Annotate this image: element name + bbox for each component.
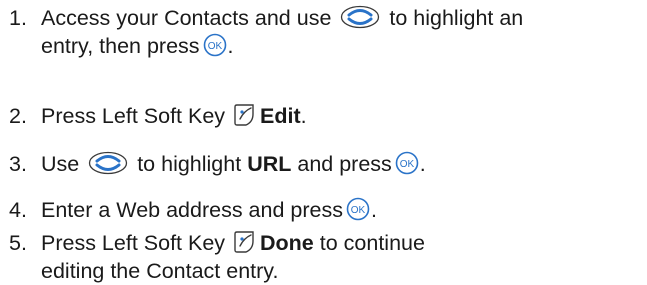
step-text: Enter a Web address and press OK . <box>41 196 641 224</box>
step-text-part: . <box>370 198 377 222</box>
step-text: Press Left Soft Key Edit. <box>41 102 641 130</box>
step-text-part: Press Left Soft Key <box>41 104 226 128</box>
step-text-part: . <box>300 104 307 128</box>
ok-key-icon: OK <box>395 151 419 175</box>
step-text: Press Left Soft Key Done to continue edi… <box>41 229 641 285</box>
step-text-part: entry, then press <box>41 34 200 58</box>
step-text-part: Access your Contacts and use <box>41 6 332 30</box>
step-number: 2. <box>9 104 27 128</box>
step-text-part: to highlight <box>137 152 242 176</box>
nav-key-icon <box>88 151 128 175</box>
instruction-steps: 1. Access your Contacts and use to highl… <box>0 0 647 283</box>
svg-text:OK: OK <box>400 159 415 170</box>
step-text-part: Press Left Soft Key <box>41 231 226 255</box>
step-number: 1. <box>9 6 27 30</box>
left-softkey-icon <box>232 102 258 128</box>
step-text: Access your Contacts and use to highligh… <box>41 4 641 60</box>
softkey-label: Done <box>260 231 314 255</box>
step-text-part: to highlight an <box>389 6 524 30</box>
step-number: 3. <box>9 152 27 176</box>
step-text-part: Use <box>41 152 80 176</box>
svg-text:OK: OK <box>351 205 366 216</box>
step-text-part: editing the Contact entry. <box>41 259 279 284</box>
step-text-part: Enter a Web address and press <box>41 198 343 222</box>
step-text-part: . <box>419 152 426 176</box>
ok-key-icon: OK <box>346 197 370 221</box>
nav-key-icon <box>340 5 380 29</box>
softkey-label: Edit <box>260 104 301 128</box>
step-number: 5. <box>9 231 27 255</box>
step-number: 4. <box>9 198 27 222</box>
field-label-url: URL <box>247 152 292 176</box>
svg-text:OK: OK <box>207 41 222 52</box>
ok-key-icon: OK <box>203 33 227 57</box>
left-softkey-icon <box>232 229 258 255</box>
step-text-part: . <box>227 34 234 58</box>
step-text: Use to highlight URL and press OK . <box>41 150 641 178</box>
step-text-part: and press <box>297 152 392 176</box>
step-text-part: to continue <box>319 231 425 255</box>
